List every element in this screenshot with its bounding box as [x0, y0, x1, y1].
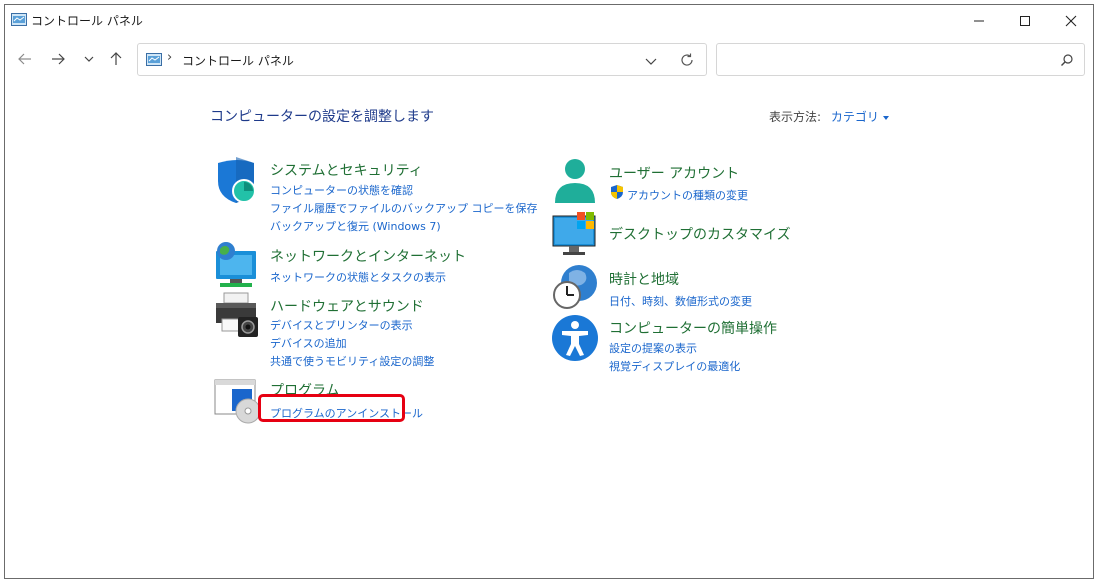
optimize-visual-display-link[interactable]: 視覚ディスプレイの最適化 — [609, 358, 740, 374]
shield-icon[interactable] — [214, 157, 262, 205]
search-icon[interactable] — [1060, 53, 1074, 67]
control-panel-icon — [11, 13, 27, 26]
minimize-icon — [974, 20, 984, 21]
chevron-down-icon — [84, 56, 94, 62]
back-button[interactable] — [13, 47, 37, 71]
control-panel-icon — [146, 53, 162, 66]
address-bar[interactable]: › コントロール パネル — [137, 43, 707, 76]
breadcrumb-control-panel[interactable]: コントロール パネル — [182, 52, 294, 69]
highlight-box — [258, 394, 405, 422]
user-accounts-title[interactable]: ユーザー アカウント — [609, 163, 739, 183]
breadcrumb-separator[interactable]: › — [167, 50, 172, 65]
maximize-button[interactable] — [1002, 5, 1048, 36]
minimize-button[interactable] — [956, 5, 1002, 36]
mobility-settings-link[interactable]: 共通で使うモビリティ設定の調整 — [270, 353, 434, 369]
chevron-down-icon[interactable] — [643, 53, 659, 69]
desktop-customization-title[interactable]: デスクトップのカスタマイズ — [609, 224, 791, 244]
view-by-label: 表示方法: — [769, 110, 822, 124]
page-title: コンピューターの設定を調整します — [210, 109, 434, 125]
uac-shield-icon — [611, 185, 623, 199]
forward-button[interactable] — [46, 47, 70, 71]
date-time-format-link[interactable]: 日付、時刻、数値形式の変更 — [609, 293, 752, 309]
view-by-dropdown[interactable]: カテゴリ — [831, 110, 879, 124]
window-title: コントロール パネル — [31, 14, 143, 28]
file-history-backup-link[interactable]: ファイル履歴でファイルのバックアップ コピーを保存 — [270, 200, 538, 216]
system-security-title[interactable]: システムとセキュリティ — [270, 160, 423, 180]
search-box[interactable] — [716, 43, 1085, 76]
control-panel-window: コントロール パネル › コントロール パネル コンピューターの設定を調整します… — [4, 4, 1094, 579]
printer-icon[interactable] — [214, 291, 262, 339]
desktop-monitor-icon[interactable] — [551, 210, 599, 258]
clock-region-title[interactable]: 時計と地域 — [609, 269, 679, 289]
arrow-right-icon — [52, 53, 65, 65]
close-button[interactable] — [1048, 5, 1093, 36]
backup-restore-link[interactable]: バックアップと復元 (Windows 7) — [270, 218, 441, 234]
caret-down-icon[interactable] — [882, 115, 889, 120]
change-account-type-link[interactable]: アカウントの種類の変更 — [627, 187, 748, 203]
check-computer-status-link[interactable]: コンピューターの状態を確認 — [270, 182, 413, 198]
programs-disc-icon[interactable] — [214, 377, 262, 425]
maximize-icon — [1020, 15, 1030, 26]
search-input[interactable] — [725, 50, 1045, 70]
network-internet-title[interactable]: ネットワークとインターネット — [270, 246, 466, 266]
arrow-left-icon — [18, 53, 31, 65]
devices-printers-link[interactable]: デバイスとプリンターの表示 — [270, 317, 413, 333]
recent-locations-button[interactable] — [77, 47, 101, 71]
refresh-icon[interactable] — [678, 51, 696, 69]
network-globe-icon[interactable] — [214, 241, 262, 289]
close-icon — [1065, 15, 1077, 26]
arrow-up-icon — [110, 52, 122, 65]
user-icon[interactable] — [551, 157, 599, 205]
ease-of-access-title[interactable]: コンピューターの簡単操作 — [609, 318, 777, 338]
hardware-sound-title[interactable]: ハードウェアとサウンド — [270, 296, 424, 316]
view-by: 表示方法: カテゴリ — [769, 108, 889, 125]
network-status-link[interactable]: ネットワークの状態とタスクの表示 — [270, 269, 446, 285]
accessibility-icon[interactable] — [551, 314, 599, 362]
up-button[interactable] — [104, 47, 128, 71]
settings-suggestions-link[interactable]: 設定の提案の表示 — [609, 340, 697, 356]
add-device-link[interactable]: デバイスの追加 — [270, 335, 347, 351]
title-bar[interactable]: コントロール パネル — [5, 5, 1093, 36]
clock-globe-icon[interactable] — [551, 263, 599, 311]
